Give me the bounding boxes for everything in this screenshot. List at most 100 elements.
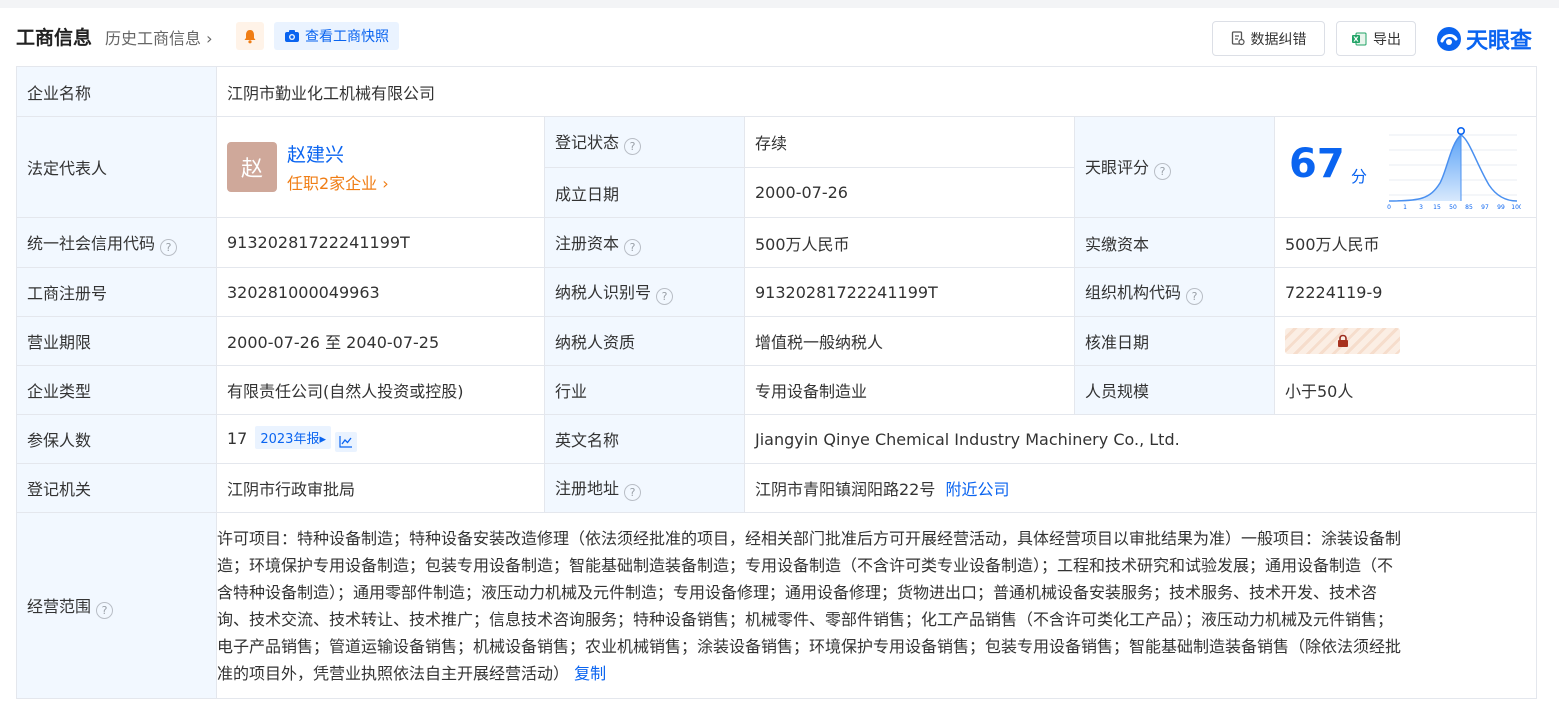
- camera-icon: [285, 30, 299, 42]
- authority-label: 登记机关: [16, 463, 217, 513]
- axis-tick: 100: [1511, 204, 1521, 211]
- legal-rep-positions-label: 任职2家企业: [287, 174, 378, 193]
- reg-capital-label-text: 注册资本: [555, 233, 620, 253]
- table-row: 企业名称 江阴市勤业化工机械有限公司: [16, 66, 1538, 117]
- section-header: 工商信息 历史工商信息 › 查看工商快照 数据纠错 X 导出 天眼查: [16, 18, 1543, 58]
- scope-line-last: 准的项目外，凭营业执照依法自主开展经营活动） 复制: [217, 660, 1536, 687]
- english-name-value: Jiangyin Qinye Chemical Industry Machine…: [743, 414, 1538, 464]
- business-info-table: 企业名称 江阴市勤业化工机械有限公司 法定代表人 赵 赵建兴 任职2家企业 › …: [16, 66, 1538, 699]
- address-label-text: 注册地址: [555, 479, 620, 498]
- section-title: 工商信息: [16, 27, 93, 49]
- score-widget: 67 分 0 1 3 15 50 85 97 99 100: [1275, 117, 1536, 217]
- help-icon[interactable]: ?: [1154, 163, 1172, 180]
- reg-status-value: 存续: [744, 116, 1075, 168]
- score-cell[interactable]: 67 分 0 1 3 15 50 85 97 99 100: [1273, 116, 1538, 218]
- company-name-value: 江阴市勤业化工机械有限公司: [215, 66, 1538, 117]
- logo-icon: [1437, 27, 1461, 51]
- table-row: 参保人数 17 2023年报▸ 英文名称 Jiangyin Qinye Chemi…: [16, 414, 1538, 464]
- credit-code-value: 91320281722241199T: [216, 217, 545, 268]
- snapshot-button[interactable]: 查看工商快照: [274, 22, 399, 50]
- table-row: 经营范围? 许可项目：特种设备制造；特种设备安装改造修理（依法须经批准的项目，经…: [16, 512, 1538, 699]
- help-icon[interactable]: ?: [624, 238, 642, 256]
- help-icon[interactable]: ?: [96, 601, 114, 619]
- avatar[interactable]: 赵: [227, 142, 277, 192]
- table-row: 登记机关 江阴市行政审批局 注册地址? 江阴市青阳镇润阳路22号 附近公司: [16, 463, 1538, 513]
- bell-icon: [244, 29, 256, 43]
- established-label: 成立日期: [544, 167, 745, 218]
- legal-rep-cell: 赵 赵建兴 任职2家企业 ›: [216, 116, 545, 218]
- insured-label: 参保人数: [16, 414, 217, 464]
- history-link[interactable]: 历史工商信息 ›: [105, 25, 213, 49]
- table-row: 法定代表人 赵 赵建兴 任职2家企业 › 登记状态? 存续 天眼评分? 67 分: [16, 116, 1538, 218]
- data-error-button[interactable]: 数据纠错: [1212, 21, 1325, 56]
- logo-text: 天眼查: [1466, 29, 1533, 54]
- help-icon[interactable]: ?: [1186, 288, 1204, 305]
- axis-tick: 99: [1497, 204, 1505, 211]
- taxpayer-id-label-text: 纳税人识别号: [555, 283, 652, 302]
- trend-chart-icon: [339, 436, 352, 448]
- address-cell: 江阴市青阳镇润阳路22号 附近公司: [743, 463, 1538, 513]
- reg-status-label: 登记状态?: [544, 116, 745, 168]
- score-unit: 分: [1351, 167, 1368, 186]
- term-value: 2000-07-26 至 2040-07-25: [216, 316, 545, 366]
- scope-line: 含特种设备制造）；通用零部件制造；液压动力机械及元件制造；专用设备修理；通用设备…: [217, 582, 1378, 602]
- authority-value: 江阴市行政审批局: [216, 463, 545, 513]
- english-name-label: 英文名称: [544, 414, 745, 464]
- nearby-companies-link[interactable]: 附近公司: [946, 480, 1010, 499]
- triangle-right-icon: ▸: [319, 432, 326, 448]
- scope-line: 电子产品销售；管道运输设备销售；机械设备销售；农业机械销售；涂装设备销售；环境保…: [217, 636, 1402, 656]
- score-axis: 0 1 3 15 50 85 97 99 100: [1387, 204, 1521, 211]
- locked-content[interactable]: [1285, 328, 1400, 354]
- taxpayer-id-value: 91320281722241199T: [744, 267, 1075, 317]
- trend-chart-button[interactable]: [334, 431, 357, 452]
- notify-button[interactable]: [236, 22, 264, 50]
- company-type-value: 有限责任公司(自然人投资或控股): [216, 365, 545, 415]
- reg-number-value: 320281000049963: [216, 267, 545, 317]
- org-code-value: 72224119-9: [1273, 267, 1538, 317]
- established-value: 2000-07-26: [744, 167, 1075, 218]
- taxpayer-type-label: 纳税人资质: [544, 316, 745, 366]
- top-divider: [0, 0, 1559, 8]
- company-type-label: 企业类型: [16, 365, 217, 415]
- insured-value-cell: 17 2023年报▸: [216, 414, 545, 464]
- taxpayer-type-value: 增值税一般纳税人: [744, 316, 1075, 366]
- export-button[interactable]: X 导出: [1336, 21, 1416, 56]
- table-row: 营业期限 2000-07-26 至 2040-07-25 纳税人资质 增值税一般…: [16, 316, 1538, 366]
- industry-value: 专用设备制造业: [744, 365, 1075, 415]
- help-icon[interactable]: ?: [656, 288, 674, 305]
- company-name-label: 企业名称: [16, 66, 217, 117]
- approval-date-value: [1273, 316, 1538, 366]
- axis-tick: 15: [1433, 204, 1441, 211]
- help-icon[interactable]: ?: [624, 138, 642, 155]
- org-code-label: 组织机构代码?: [1074, 267, 1275, 317]
- legal-rep-name[interactable]: 赵建兴: [287, 140, 389, 167]
- scope-line: 造；环境保护专用设备制造；包装专用设备制造；智能基础制造装备制造；专用设备制造（…: [217, 555, 1394, 575]
- address-value: 江阴市青阳镇润阳路22号: [755, 480, 936, 499]
- annual-report-tag[interactable]: 2023年报▸: [255, 426, 331, 450]
- reg-capital-value: 500万人民币: [744, 217, 1075, 268]
- paid-capital-label: 实缴资本: [1074, 217, 1275, 268]
- scope-line: 询、技术交流、技术转让、技术推广；信息技术咨询服务；特种设备销售；机械零件、零部…: [217, 609, 1394, 629]
- credit-code-label: 统一社会信用代码?: [16, 217, 217, 268]
- org-code-label-text: 组织机构代码: [1085, 283, 1182, 302]
- axis-tick: 3: [1419, 204, 1423, 211]
- legal-rep-positions[interactable]: 任职2家企业 ›: [287, 170, 389, 194]
- scope-line: 准的项目外，凭营业执照依法自主开展经营活动）: [217, 663, 570, 683]
- axis-tick: 1: [1403, 204, 1407, 211]
- help-icon[interactable]: ?: [160, 238, 178, 256]
- history-label: 历史工商信息: [105, 29, 202, 48]
- copy-button[interactable]: 复制: [574, 664, 606, 683]
- export-label: 导出: [1373, 31, 1401, 48]
- reg-capital-label: 注册资本?: [544, 217, 745, 268]
- approval-date-label: 核准日期: [1074, 316, 1275, 366]
- score-label-text: 天眼评分: [1085, 158, 1150, 177]
- legal-rep-block: 赵 赵建兴 任职2家企业 ›: [227, 140, 534, 194]
- score-label: 天眼评分?: [1074, 116, 1275, 218]
- scope-label: 经营范围?: [16, 512, 217, 699]
- table-row: 工商注册号 320281000049963 纳税人识别号? 9132028172…: [16, 267, 1538, 317]
- staff-size-value: 小于50人: [1273, 365, 1538, 415]
- table-row: 企业类型 有限责任公司(自然人投资或控股) 行业 专用设备制造业 人员规模 小于…: [16, 365, 1538, 415]
- help-icon[interactable]: ?: [624, 484, 642, 501]
- data-error-label: 数据纠错: [1250, 31, 1307, 48]
- axis-tick: 97: [1481, 204, 1489, 211]
